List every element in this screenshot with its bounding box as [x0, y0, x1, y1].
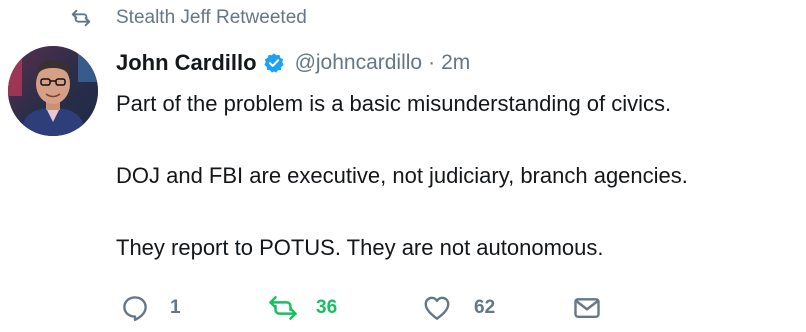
- reply-icon: [120, 293, 150, 323]
- avatar[interactable]: [8, 46, 98, 136]
- separator-dot: ·: [428, 51, 436, 74]
- tweet-header: John Cardillo @johncardillo · 2m: [116, 46, 470, 80]
- author-handle[interactable]: @johncardillo: [295, 51, 423, 75]
- heart-icon: [422, 293, 452, 323]
- retweet-icon: [70, 7, 92, 29]
- tweet[interactable]: Stealth Jeff Retweeted John Cardillo @jo…: [0, 0, 806, 332]
- retweet-context: Stealth Jeff Retweeted: [70, 4, 307, 32]
- tweet-paragraph: DOJ and FBI are executive, not judiciary…: [116, 163, 688, 188]
- tweet-timestamp[interactable]: 2m: [441, 51, 470, 75]
- retweet-context-label[interactable]: Stealth Jeff Retweeted: [116, 7, 307, 29]
- verified-badge-icon: [263, 52, 285, 74]
- retweet-action-icon: [266, 293, 300, 323]
- reply-button[interactable]: 1: [120, 290, 181, 326]
- like-count: 62: [474, 297, 496, 318]
- tweet-paragraph: They report to POTUS. They are not auton…: [116, 235, 604, 260]
- retweet-count: 36: [316, 297, 338, 318]
- retweet-button[interactable]: 36: [266, 290, 337, 326]
- tweet-paragraph: Part of the problem is a basic misunders…: [116, 91, 672, 116]
- author-name[interactable]: John Cardillo: [116, 50, 257, 76]
- direct-message-button[interactable]: [572, 290, 602, 326]
- envelope-icon: [572, 293, 602, 323]
- like-button[interactable]: 62: [422, 290, 495, 326]
- reply-count: 1: [170, 297, 181, 318]
- tweet-actions: 1 36 62: [116, 290, 796, 326]
- tweet-text: Part of the problem is a basic misunders…: [116, 86, 796, 266]
